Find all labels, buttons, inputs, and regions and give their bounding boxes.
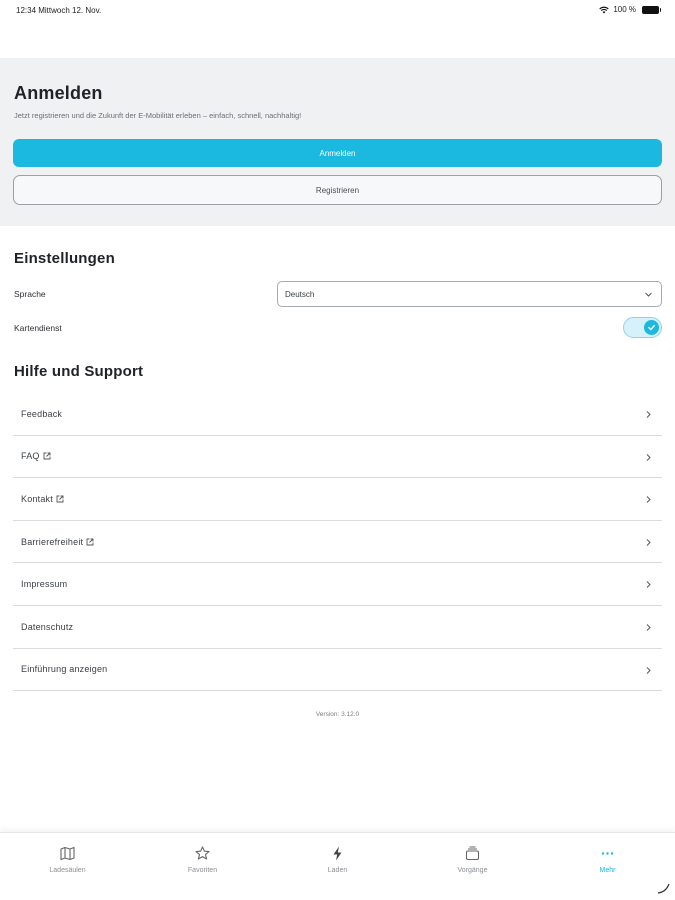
language-label: Sprache (14, 289, 46, 299)
toggle-knob (644, 320, 659, 335)
login-title: Anmelden (14, 83, 103, 103)
status-bar: 12:34 Mittwoch 12. Nov. 100 % (0, 0, 675, 22)
list-item-label: Einführung anzeigen (21, 664, 108, 675)
tab-stack[interactable]: Vorgänge (405, 833, 540, 900)
external-link-icon (56, 495, 64, 503)
list-item-label: Barrierefreiheit (21, 536, 84, 547)
chevron-right-icon (646, 581, 651, 589)
list-item[interactable]: Kontakt (13, 478, 662, 521)
chevron-down-icon (645, 292, 652, 297)
chevron-right-icon (646, 538, 651, 546)
list-item[interactable]: Einführung anzeigen (13, 649, 662, 692)
home-indicator-icon (657, 883, 670, 894)
language-select-value: Deutsch (285, 290, 315, 299)
more-icon (601, 852, 614, 855)
stack-icon (465, 846, 480, 861)
map-service-label: Kartendienst (14, 323, 62, 333)
list-item[interactable]: Barrierefreiheit (13, 521, 662, 564)
tab-label: Mehr (599, 867, 616, 874)
register-button[interactable]: Registrieren (13, 175, 662, 205)
star-icon (195, 846, 210, 860)
tab-label: Laden (327, 867, 348, 874)
status-right: 100 % (599, 5, 661, 14)
help-list: Feedback FAQ Kontakt Barrierefreiheit Impres… (13, 393, 662, 692)
battery-percent: 100 % (613, 5, 636, 14)
login-panel: Anmelden Jetzt registrieren und die Zuku… (0, 58, 675, 226)
chevron-right-icon (646, 666, 651, 674)
list-item-label: FAQ (21, 451, 40, 462)
tab-label: Ladesäulen (49, 867, 86, 874)
list-item-label: Feedback (21, 408, 63, 419)
list-item-label: Kontakt (21, 493, 53, 504)
tab-bar: Ladesäulen Favoriten Laden Vorgänge Mehr (0, 832, 675, 900)
chevron-right-icon (646, 496, 651, 504)
tab-label: Vorgänge (457, 867, 488, 874)
battery-icon (642, 5, 661, 14)
list-item-label: Datenschutz (21, 621, 74, 632)
list-item[interactable]: Feedback (13, 393, 662, 436)
tab-map[interactable]: Ladesäulen (0, 833, 135, 900)
tab-more[interactable]: Mehr (540, 833, 675, 900)
help-title: Hilfe und Support (14, 363, 144, 380)
list-item-label: Impressum (21, 579, 68, 590)
login-button[interactable]: Anmelden (13, 139, 662, 167)
list-item[interactable]: Impressum (13, 563, 662, 606)
wifi-icon (599, 6, 610, 13)
map-service-toggle[interactable] (623, 317, 662, 338)
status-time-date: 12:34 Mittwoch 12. Nov. (16, 6, 102, 15)
check-icon (648, 324, 655, 331)
tab-star[interactable]: Favoriten (135, 833, 270, 900)
chevron-right-icon (646, 453, 651, 461)
list-item[interactable]: FAQ (13, 436, 662, 479)
tab-bolt[interactable]: Laden (270, 833, 405, 900)
settings-title: Einstellungen (14, 250, 115, 267)
language-select[interactable]: Deutsch (277, 281, 662, 307)
version-label: Version: 3.12.0 (315, 711, 360, 718)
chevron-right-icon (646, 411, 651, 418)
login-subtitle: Jetzt registrieren und die Zukunft der E… (14, 111, 302, 120)
external-link-icon (86, 538, 94, 546)
bolt-icon (333, 846, 342, 861)
tab-label: Favoriten (187, 867, 218, 874)
map-icon (60, 846, 75, 861)
chevron-right-icon (646, 624, 651, 631)
external-link-icon (43, 452, 51, 460)
list-item[interactable]: Datenschutz (13, 606, 662, 649)
